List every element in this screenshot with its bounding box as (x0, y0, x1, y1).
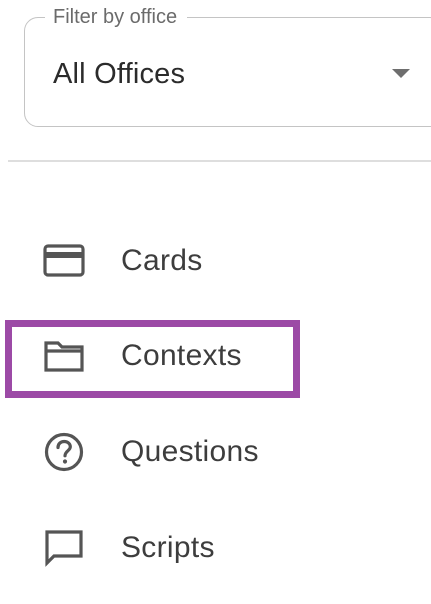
card-icon (42, 239, 86, 283)
nav-item-cards[interactable]: Cards (0, 225, 431, 297)
office-filter-label: Filter by office (45, 6, 188, 28)
nav-item-label: Scripts (121, 531, 215, 564)
nav-item-contexts[interactable]: Contexts (0, 320, 431, 392)
nav-item-label: Questions (121, 435, 259, 468)
nav-item-label: Contexts (121, 339, 242, 372)
nav-item-questions[interactable]: Questions (0, 416, 431, 488)
dropdown-arrow-icon[interactable] (392, 69, 410, 78)
nav-item-label: Cards (121, 244, 203, 277)
chat-bubble-icon (42, 526, 86, 570)
folder-icon (42, 334, 86, 378)
help-circle-icon (42, 430, 86, 474)
sidebar-panel: Filter by office All Offices Cards Conte… (0, 0, 431, 604)
nav-item-scripts[interactable]: Scripts (0, 512, 431, 584)
divider (8, 160, 431, 162)
office-filter-select[interactable]: Filter by office All Offices (24, 6, 431, 127)
office-filter-value: All Offices (53, 58, 186, 90)
